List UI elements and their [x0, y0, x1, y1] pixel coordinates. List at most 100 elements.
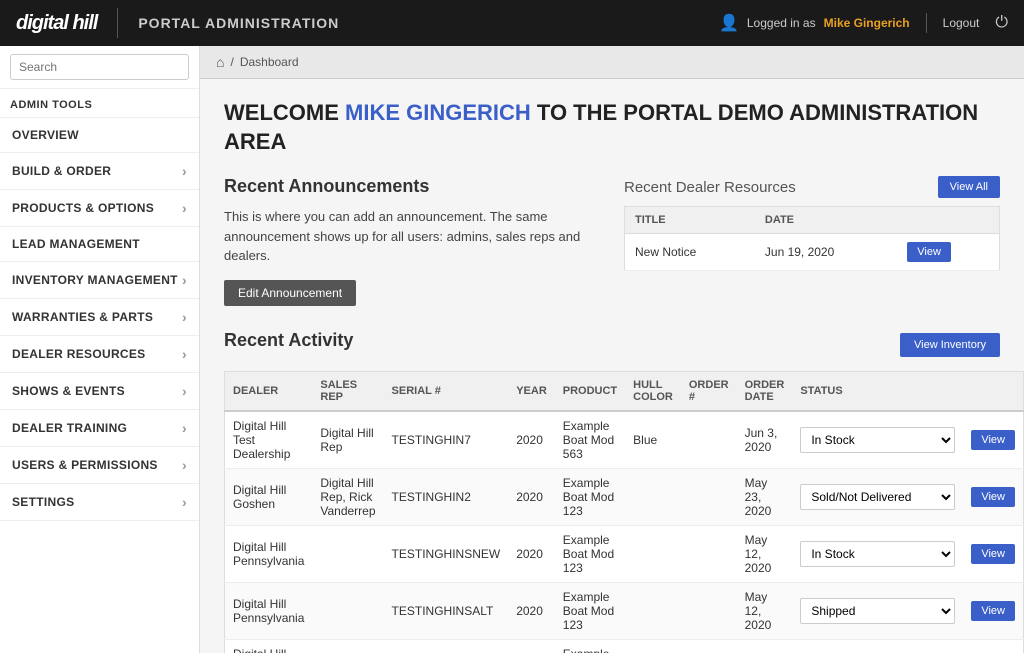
- sidebar-item-label: SHOWS & EVENTS: [12, 384, 125, 398]
- activity-serial: TESTINGHINSNEW: [384, 525, 509, 582]
- sidebar-item-dealer-resources[interactable]: DEALER RESOURCES›: [0, 336, 199, 373]
- activity-view-action: View: [963, 411, 1023, 469]
- activity-serial: TESTINGHIN3: [384, 639, 509, 653]
- main-layout: ADMIN TOOLS OVERVIEWBUILD & ORDER›PRODUC…: [0, 46, 1024, 653]
- portal-title: PORTAL ADMINISTRATION: [138, 15, 719, 31]
- activity-product: Example Boat Mod 563: [555, 411, 625, 469]
- activity-product: Example Boat Mod 123: [555, 468, 625, 525]
- activity-status: In StockSold/Not DeliveredShipped: [792, 582, 963, 639]
- activity-view-action: View: [963, 639, 1023, 653]
- logout-button[interactable]: Logout: [943, 16, 980, 30]
- activity-serial: TESTINGHINSALT: [384, 582, 509, 639]
- sidebar-item-inventory-management[interactable]: INVENTORY MANAGEMENT›: [0, 262, 199, 299]
- view-inventory-button[interactable]: View Inventory: [900, 333, 1000, 357]
- header-username: Mike Gingerich: [824, 16, 910, 30]
- activity-sales-rep: [312, 582, 383, 639]
- chevron-right-icon: ›: [182, 383, 187, 399]
- resources-col-title: TITLE: [625, 207, 755, 234]
- breadcrumb: ⌂ / Dashboard: [200, 46, 1024, 79]
- sidebar-item-overview[interactable]: OVERVIEW: [0, 118, 199, 153]
- edit-announcement-button[interactable]: Edit Announcement: [224, 280, 356, 306]
- activity-col-year: YEAR: [508, 371, 555, 411]
- activity-dealer: Digital Hill Test Dealership: [225, 411, 313, 469]
- status-select[interactable]: In StockSold/Not DeliveredShipped: [800, 427, 955, 453]
- sidebar-search-container: [0, 46, 199, 89]
- view-all-button[interactable]: View All: [938, 176, 1000, 198]
- resources-col-date: DATE: [755, 207, 897, 234]
- search-input[interactable]: [10, 54, 189, 80]
- activity-status: In StockSold/Not DeliveredShipped: [792, 411, 963, 469]
- status-select[interactable]: In StockSold/Not DeliveredShipped: [800, 598, 955, 624]
- activity-hull-color: Blue: [625, 411, 681, 469]
- activity-sales-rep: Digital Hill Rep: [312, 639, 383, 653]
- activity-sales-rep: [312, 525, 383, 582]
- header-divider: [117, 8, 118, 38]
- activity-view-button[interactable]: View: [971, 430, 1015, 450]
- resource-view-button[interactable]: View: [907, 242, 951, 262]
- sidebar-item-shows---events[interactable]: SHOWS & EVENTS ›: [0, 373, 199, 410]
- activity-year: 2020: [508, 525, 555, 582]
- breadcrumb-current: Dashboard: [240, 55, 299, 69]
- activity-dealer: Digital Hill Pennsylvania: [225, 582, 313, 639]
- activity-hull-color: [625, 639, 681, 653]
- sidebar-item-label: SETTINGS: [12, 495, 74, 509]
- dealer-resources-header: Recent Dealer Resources View All: [624, 176, 1000, 198]
- activity-view-action: View: [963, 525, 1023, 582]
- header-vdiv: [926, 13, 927, 33]
- status-select[interactable]: In StockSold/Not DeliveredShipped: [800, 541, 955, 567]
- status-select[interactable]: In StockSold/Not DeliveredShipped: [800, 484, 955, 510]
- activity-year: 2020: [508, 582, 555, 639]
- sidebar-item-users---permissions[interactable]: USERS & PERMISSIONS ›: [0, 447, 199, 484]
- sidebar-item-label: USERS & PERMISSIONS: [12, 458, 158, 472]
- sidebar-item-products---options[interactable]: PRODUCTS & OPTIONS›: [0, 190, 199, 227]
- sidebar-item-lead-management[interactable]: LEAD MANAGEMENT: [0, 227, 199, 262]
- activity-col-serial--: SERIAL #: [384, 371, 509, 411]
- sidebar-item-build---order[interactable]: BUILD & ORDER›: [0, 153, 199, 190]
- table-row: Digital Hill Test Dealership Digital Hil…: [225, 411, 1024, 469]
- sidebar-item-dealer-training[interactable]: DEALER TRAINING›: [0, 410, 199, 447]
- activity-status: In StockSold/Not DeliveredShipped: [792, 639, 963, 653]
- activity-sales-rep: Digital Hill Rep, Rick Vanderrep: [312, 468, 383, 525]
- sidebar-item-warranties---parts[interactable]: WARRANTIES & PARTS›: [0, 299, 199, 336]
- activity-col-order-date: ORDER DATE: [737, 371, 793, 411]
- content-area: ⌂ / Dashboard WELCOME MIKE GINGERICH TO …: [200, 46, 1024, 653]
- welcome-heading: WELCOME MIKE GINGERICH TO THE PORTAL DEM…: [224, 99, 1000, 156]
- activity-order-date: May 12, 2020: [737, 582, 793, 639]
- resource-action: View: [897, 234, 999, 271]
- user-icon: 👤: [719, 13, 739, 33]
- activity-product: Example Boat Mod 123: [555, 639, 625, 653]
- activity-heading: Recent Activity: [224, 330, 353, 351]
- activity-view-button[interactable]: View: [971, 544, 1015, 564]
- resources-col-action: [897, 207, 999, 234]
- activity-col-action: [963, 371, 1023, 411]
- activity-sales-rep: Digital Hill Rep: [312, 411, 383, 469]
- resources-table-header-row: TITLE DATE: [625, 207, 1000, 234]
- activity-view-button[interactable]: View: [971, 487, 1015, 507]
- home-icon[interactable]: ⌂: [216, 54, 224, 70]
- activity-view-button[interactable]: View: [971, 601, 1015, 621]
- table-row: Digital Hill Goshen Digital Hill Rep, Ri…: [225, 468, 1024, 525]
- sidebar-item-label: WARRANTIES & PARTS: [12, 310, 153, 324]
- table-row: Digital Hill Pennsylvania TESTINGHINSALT…: [225, 582, 1024, 639]
- activity-dealer: Digital Hill Pennsylvania: [225, 525, 313, 582]
- activity-order-num: [681, 639, 737, 653]
- resources-table: TITLE DATE New Notice Jun 19, 2020 View: [624, 206, 1000, 271]
- page-content: WELCOME MIKE GINGERICH TO THE PORTAL DEM…: [200, 79, 1024, 653]
- dealer-resources-col: Recent Dealer Resources View All TITLE D…: [624, 176, 1000, 306]
- activity-order-date: Jun 3, 2020: [737, 411, 793, 469]
- top-section: Recent Announcements This is where you c…: [224, 176, 1000, 306]
- chevron-right-icon: ›: [182, 457, 187, 473]
- sidebar-items-container: OVERVIEWBUILD & ORDER›PRODUCTS & OPTIONS…: [0, 118, 199, 521]
- chevron-right-icon: ›: [182, 494, 187, 510]
- activity-hull-color: [625, 525, 681, 582]
- sidebar-item-settings[interactable]: SETTINGS ›: [0, 484, 199, 521]
- activity-order-num: [681, 411, 737, 469]
- activity-dealer: Digital Hill Test Dealership: [225, 639, 313, 653]
- sidebar-item-label: BUILD & ORDER: [12, 164, 111, 178]
- activity-table-header-row: DEALERSALES REPSERIAL #YEARPRODUCTHULL C…: [225, 371, 1024, 411]
- table-row: New Notice Jun 19, 2020 View: [625, 234, 1000, 271]
- sidebar: ADMIN TOOLS OVERVIEWBUILD & ORDER›PRODUC…: [0, 46, 200, 653]
- dealer-resources-title: Recent Dealer Resources: [624, 179, 796, 196]
- power-icon[interactable]: ⏻: [995, 14, 1008, 32]
- activity-view-action: View: [963, 582, 1023, 639]
